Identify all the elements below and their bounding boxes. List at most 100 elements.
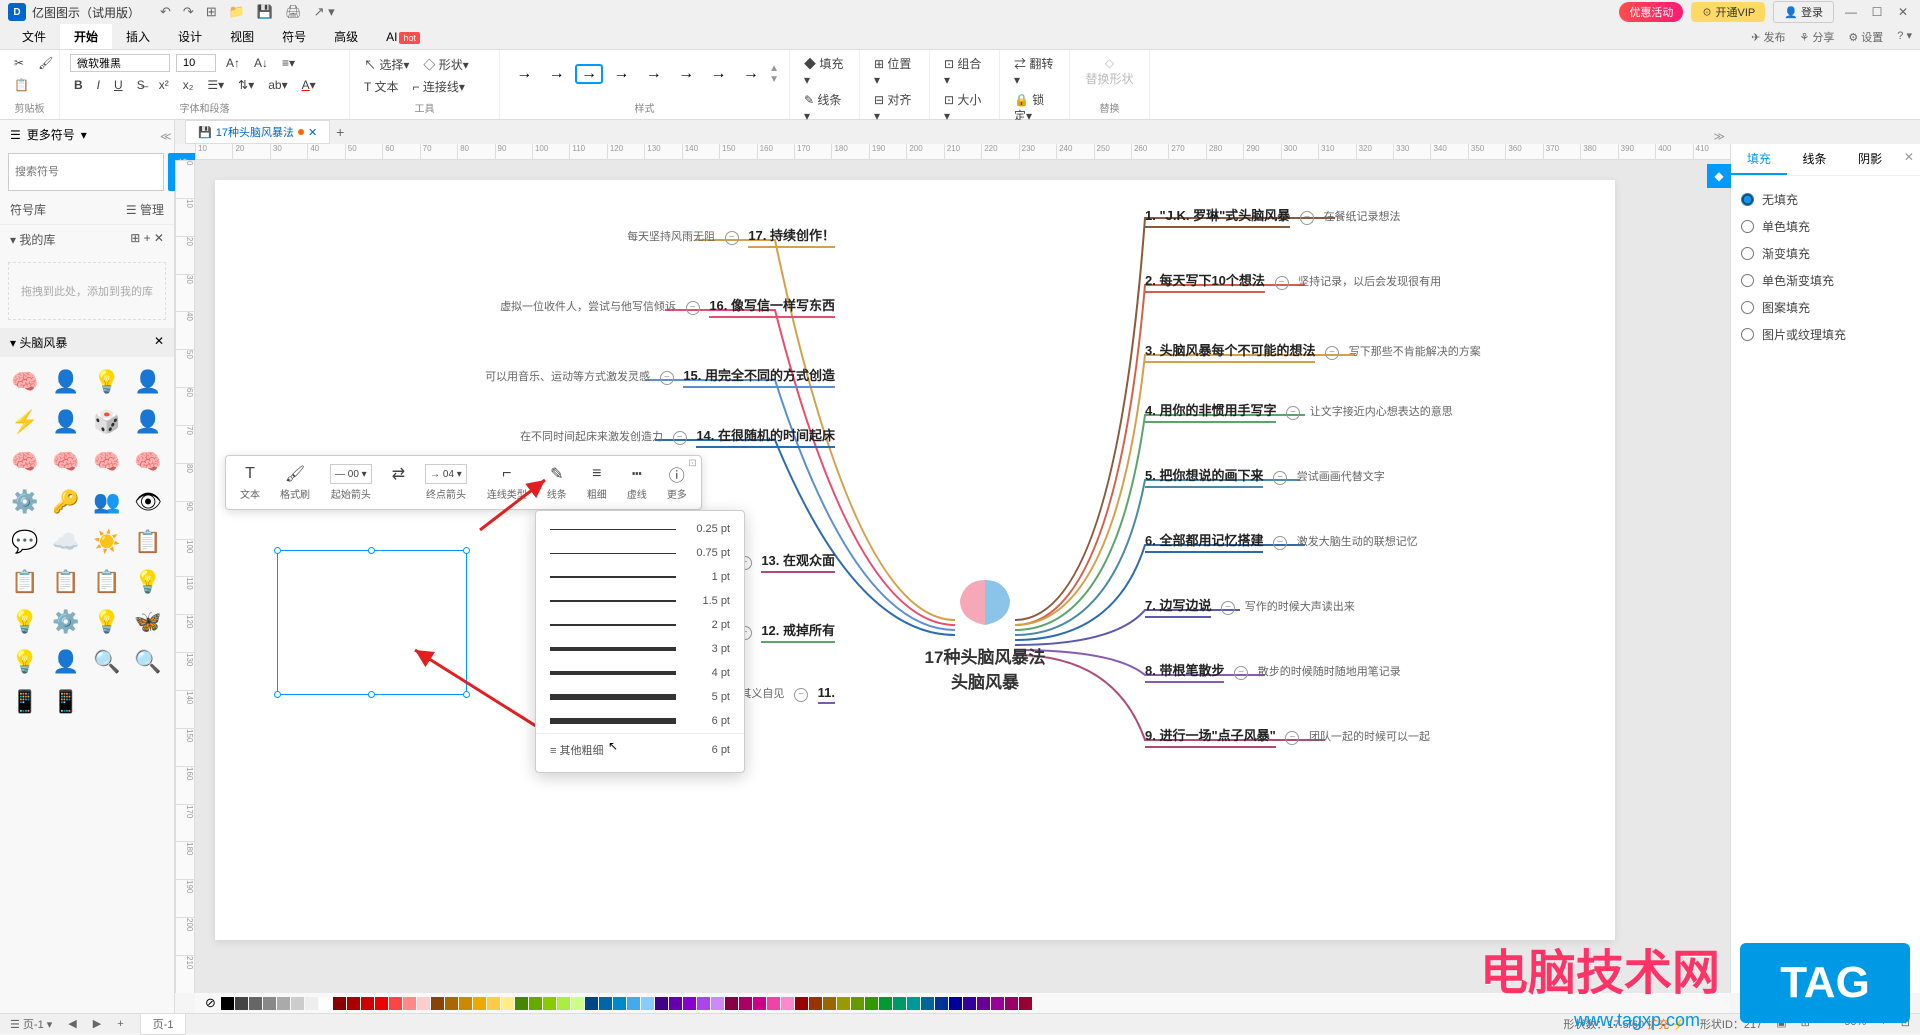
right-branch[interactable]: 9. 进行一场"点子风暴" − 团队一起的时候可以一起 bbox=[1145, 725, 1595, 748]
color-swatch[interactable] bbox=[837, 997, 850, 1010]
vip-button[interactable]: ☉ 开通VIP bbox=[1691, 2, 1765, 22]
shape-item[interactable]: 👤 bbox=[131, 405, 165, 439]
italic-icon[interactable]: I bbox=[93, 76, 104, 94]
shape-item[interactable]: 👥 bbox=[90, 485, 124, 519]
menu-insert[interactable]: 插入 bbox=[112, 24, 164, 49]
color-swatch[interactable] bbox=[291, 997, 304, 1010]
color-swatch[interactable] bbox=[431, 997, 444, 1010]
color-swatch[interactable] bbox=[655, 997, 668, 1010]
ft-format-painter[interactable]: 🖌格式刷 bbox=[270, 460, 320, 505]
maximize-icon[interactable]: ☐ bbox=[1868, 5, 1886, 19]
canvas[interactable]: 17种头脑风暴法 头脑风暴 每天坚持风雨无阻 − 17. 持续创作！虚拟一位收件… bbox=[195, 160, 1730, 993]
color-swatch[interactable] bbox=[809, 997, 822, 1010]
decrease-font-icon[interactable]: A↓ bbox=[250, 54, 272, 72]
shape-item[interactable]: 🔑 bbox=[49, 485, 83, 519]
rp-close-icon[interactable]: ✕ bbox=[1898, 144, 1920, 175]
page-selector[interactable]: ☰ 页-1 ▾ bbox=[10, 1016, 52, 1032]
color-swatch[interactable] bbox=[263, 997, 276, 1010]
menu-view[interactable]: 视图 bbox=[216, 24, 268, 49]
color-swatch[interactable] bbox=[347, 997, 360, 1010]
shape-item[interactable]: 📋 bbox=[131, 525, 165, 559]
shape-item[interactable]: ☁️ bbox=[49, 525, 83, 559]
shape-item[interactable]: ⚙️ bbox=[8, 485, 42, 519]
shape-item[interactable]: 📋 bbox=[8, 565, 42, 599]
color-swatch[interactable] bbox=[417, 997, 430, 1010]
shape-item[interactable]: 👁 bbox=[131, 485, 165, 519]
color-swatch[interactable] bbox=[893, 997, 906, 1010]
color-swatch[interactable] bbox=[977, 997, 990, 1010]
category-name[interactable]: ▾ 头脑风暴 bbox=[10, 334, 67, 351]
stroke-option[interactable]: 2 pt bbox=[536, 613, 744, 637]
color-swatch[interactable] bbox=[711, 997, 724, 1010]
promo-button[interactable]: 优惠活动 bbox=[1619, 2, 1683, 22]
right-branch[interactable]: 1. "J.K. 罗琳"式头脑风暴 − 在餐纸记录想法 bbox=[1145, 205, 1595, 228]
color-swatch[interactable] bbox=[515, 997, 528, 1010]
stroke-option[interactable]: 1 pt bbox=[536, 565, 744, 589]
format-painter-icon[interactable]: 🖌 bbox=[34, 54, 57, 72]
stroke-option[interactable]: 5 pt bbox=[536, 685, 744, 709]
rp-tab-shadow[interactable]: 阴影 bbox=[1842, 144, 1898, 175]
cut-icon[interactable]: ✂ bbox=[10, 54, 28, 72]
color-swatch[interactable] bbox=[1005, 997, 1018, 1010]
color-swatch[interactable] bbox=[529, 997, 542, 1010]
align-icon[interactable]: ≡▾ bbox=[278, 54, 299, 72]
shape-item[interactable]: 💬 bbox=[8, 525, 42, 559]
fill-dropdown[interactable]: ◆ 填充▾ bbox=[800, 54, 849, 90]
next-page-icon[interactable]: ▶ bbox=[93, 1017, 101, 1030]
color-swatch[interactable] bbox=[865, 997, 878, 1010]
arrow-style-5[interactable]: → bbox=[640, 64, 668, 84]
open-icon[interactable]: 📁 bbox=[229, 4, 245, 20]
left-branch[interactable]: 可以用音乐、运动等方式激发灵感 − 15. 用完全不同的方式创造 bbox=[405, 365, 835, 388]
fill-option[interactable]: 无填充 bbox=[1741, 186, 1910, 213]
rp-tab-fill[interactable]: 填充 bbox=[1731, 144, 1787, 175]
color-swatch[interactable] bbox=[921, 997, 934, 1010]
select-tool[interactable]: ↖ 选择▾ bbox=[360, 54, 413, 75]
save-icon[interactable]: 💾 bbox=[257, 4, 273, 20]
color-swatch[interactable] bbox=[571, 997, 584, 1010]
menu-ai[interactable]: AIhot bbox=[372, 26, 434, 48]
menu-start[interactable]: 开始 bbox=[60, 24, 112, 49]
color-swatch[interactable] bbox=[697, 997, 710, 1010]
shape-item[interactable]: 🦋 bbox=[131, 605, 165, 639]
copy-icon[interactable]: 📋 bbox=[10, 76, 33, 94]
left-branch[interactable]: 每天坚持风雨无阻 − 17. 持续创作！ bbox=[405, 225, 835, 248]
menu-file[interactable]: 文件 bbox=[8, 24, 60, 49]
shape-item[interactable]: 🧠 bbox=[49, 445, 83, 479]
add-page-icon[interactable]: + bbox=[117, 1018, 123, 1030]
shape-item[interactable]: 🧠 bbox=[131, 445, 165, 479]
arrow-style-4[interactable]: → bbox=[607, 64, 635, 84]
page-tab[interactable]: 页-1 bbox=[140, 1013, 187, 1035]
underline-icon[interactable]: U bbox=[110, 76, 127, 94]
shape-item[interactable]: 💡 bbox=[8, 645, 42, 679]
category-close-icon[interactable]: ✕ bbox=[154, 334, 164, 351]
stroke-option[interactable]: 1.5 pt bbox=[536, 589, 744, 613]
my-lib-label[interactable]: ▾ 我的库 bbox=[10, 231, 55, 248]
fill-option[interactable]: 图案填充 bbox=[1741, 294, 1910, 321]
color-swatch[interactable] bbox=[963, 997, 976, 1010]
shape-item[interactable]: 🧠 bbox=[8, 365, 42, 399]
shape-item[interactable]: 🔍 bbox=[90, 645, 124, 679]
stroke-option[interactable]: 0.25 pt bbox=[536, 517, 744, 541]
color-swatch[interactable] bbox=[333, 997, 346, 1010]
share-button[interactable]: ⚘ 分享 bbox=[1799, 29, 1834, 45]
font-size-select[interactable] bbox=[176, 54, 216, 72]
color-swatch[interactable] bbox=[627, 997, 640, 1010]
no-color-icon[interactable]: ⊘ bbox=[205, 995, 216, 1011]
color-swatch[interactable] bbox=[361, 997, 374, 1010]
ft-end-arrow[interactable]: → 04 ▾终点箭头 bbox=[415, 460, 477, 505]
color-swatch[interactable] bbox=[249, 997, 262, 1010]
new-icon[interactable]: ⊞ bbox=[206, 4, 217, 20]
shape-item[interactable]: 👤 bbox=[49, 405, 83, 439]
color-swatch[interactable] bbox=[725, 997, 738, 1010]
color-swatch[interactable] bbox=[781, 997, 794, 1010]
right-branch[interactable]: 4. 用你的非惯用手写字 − 让文字接近内心想表达的意思 bbox=[1145, 400, 1595, 423]
right-branch[interactable]: 2. 每天写下10个想法 − 坚持记录，以后会发现很有用 bbox=[1145, 270, 1595, 293]
shape-item[interactable]: 📋 bbox=[90, 565, 124, 599]
flip-dropdown[interactable]: ⇄ 翻转▾ bbox=[1010, 54, 1059, 90]
fill-option[interactable]: 单色填充 bbox=[1741, 213, 1910, 240]
export-icon[interactable]: ↗ ▾ bbox=[314, 4, 335, 20]
shape-item[interactable]: 👤 bbox=[49, 365, 83, 399]
line-spacing-icon[interactable]: ⇅▾ bbox=[234, 76, 258, 94]
right-branch[interactable]: 5. 把你想说的画下来 − 尝试画画代替文字 bbox=[1145, 465, 1595, 488]
right-branch[interactable]: 3. 头脑风暴每个不可能的想法 − 写下那些不肯能解决的方案 bbox=[1145, 340, 1595, 363]
